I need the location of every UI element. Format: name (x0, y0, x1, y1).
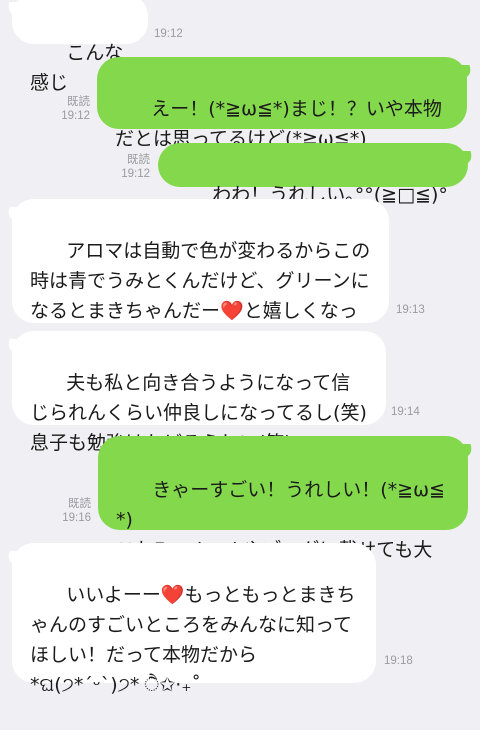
message-bubble[interactable]: わわ！うれしい｡°°(≧□≦)°°｡♡ (158, 143, 468, 236)
message-bubble[interactable]: 夫も私と向き合うようになって信じられんくらい仲良しになってるし(笑) 息子も勉強… (12, 331, 386, 454)
heart-emoji-icon: ❤️ (220, 300, 244, 322)
read-receipt: 既読 (67, 96, 90, 108)
message-text: いいよーー (66, 584, 161, 606)
message-bubble[interactable]: えー！(*≧ω≦*)まじ！？いや本物だとは思ってるけど(*≧ω≦*) (97, 57, 467, 150)
heart-emoji-icon: ❤️ (160, 584, 185, 606)
message-time: 19:14 (391, 406, 420, 418)
read-receipt: 既読 (68, 498, 91, 510)
message-bubble[interactable]: きゃーすごい！うれしい！(*≧ω≦*) これFacebookやブログに載せても大… (98, 436, 468, 591)
read-receipt: 既読 (127, 154, 150, 166)
message-time: 19:13 (396, 304, 425, 316)
message-time: 19:12 (154, 28, 183, 40)
message-bubble[interactable]: こんな感じ (12, 0, 148, 94)
message-time: 19:12 (61, 110, 90, 122)
message-time: 19:18 (384, 655, 413, 667)
message-bubble[interactable]: いいよーー❤️もっともっとまきちゃんのすごいところをみんなに知ってほしい！だって… (12, 543, 376, 696)
message-time: 19:12 (121, 168, 150, 180)
chat-thread[interactable]: こんな感じ 19:12 既読 19:12 えー！(*≧ω≦*)まじ！？いや本物だ… (0, 0, 480, 696)
message-time: 19:16 (62, 512, 91, 524)
message-bubble[interactable]: アロマは自動で色が変わるからこの時は青でうみとくんだけど、グリーンになるとまきち… (12, 199, 389, 352)
